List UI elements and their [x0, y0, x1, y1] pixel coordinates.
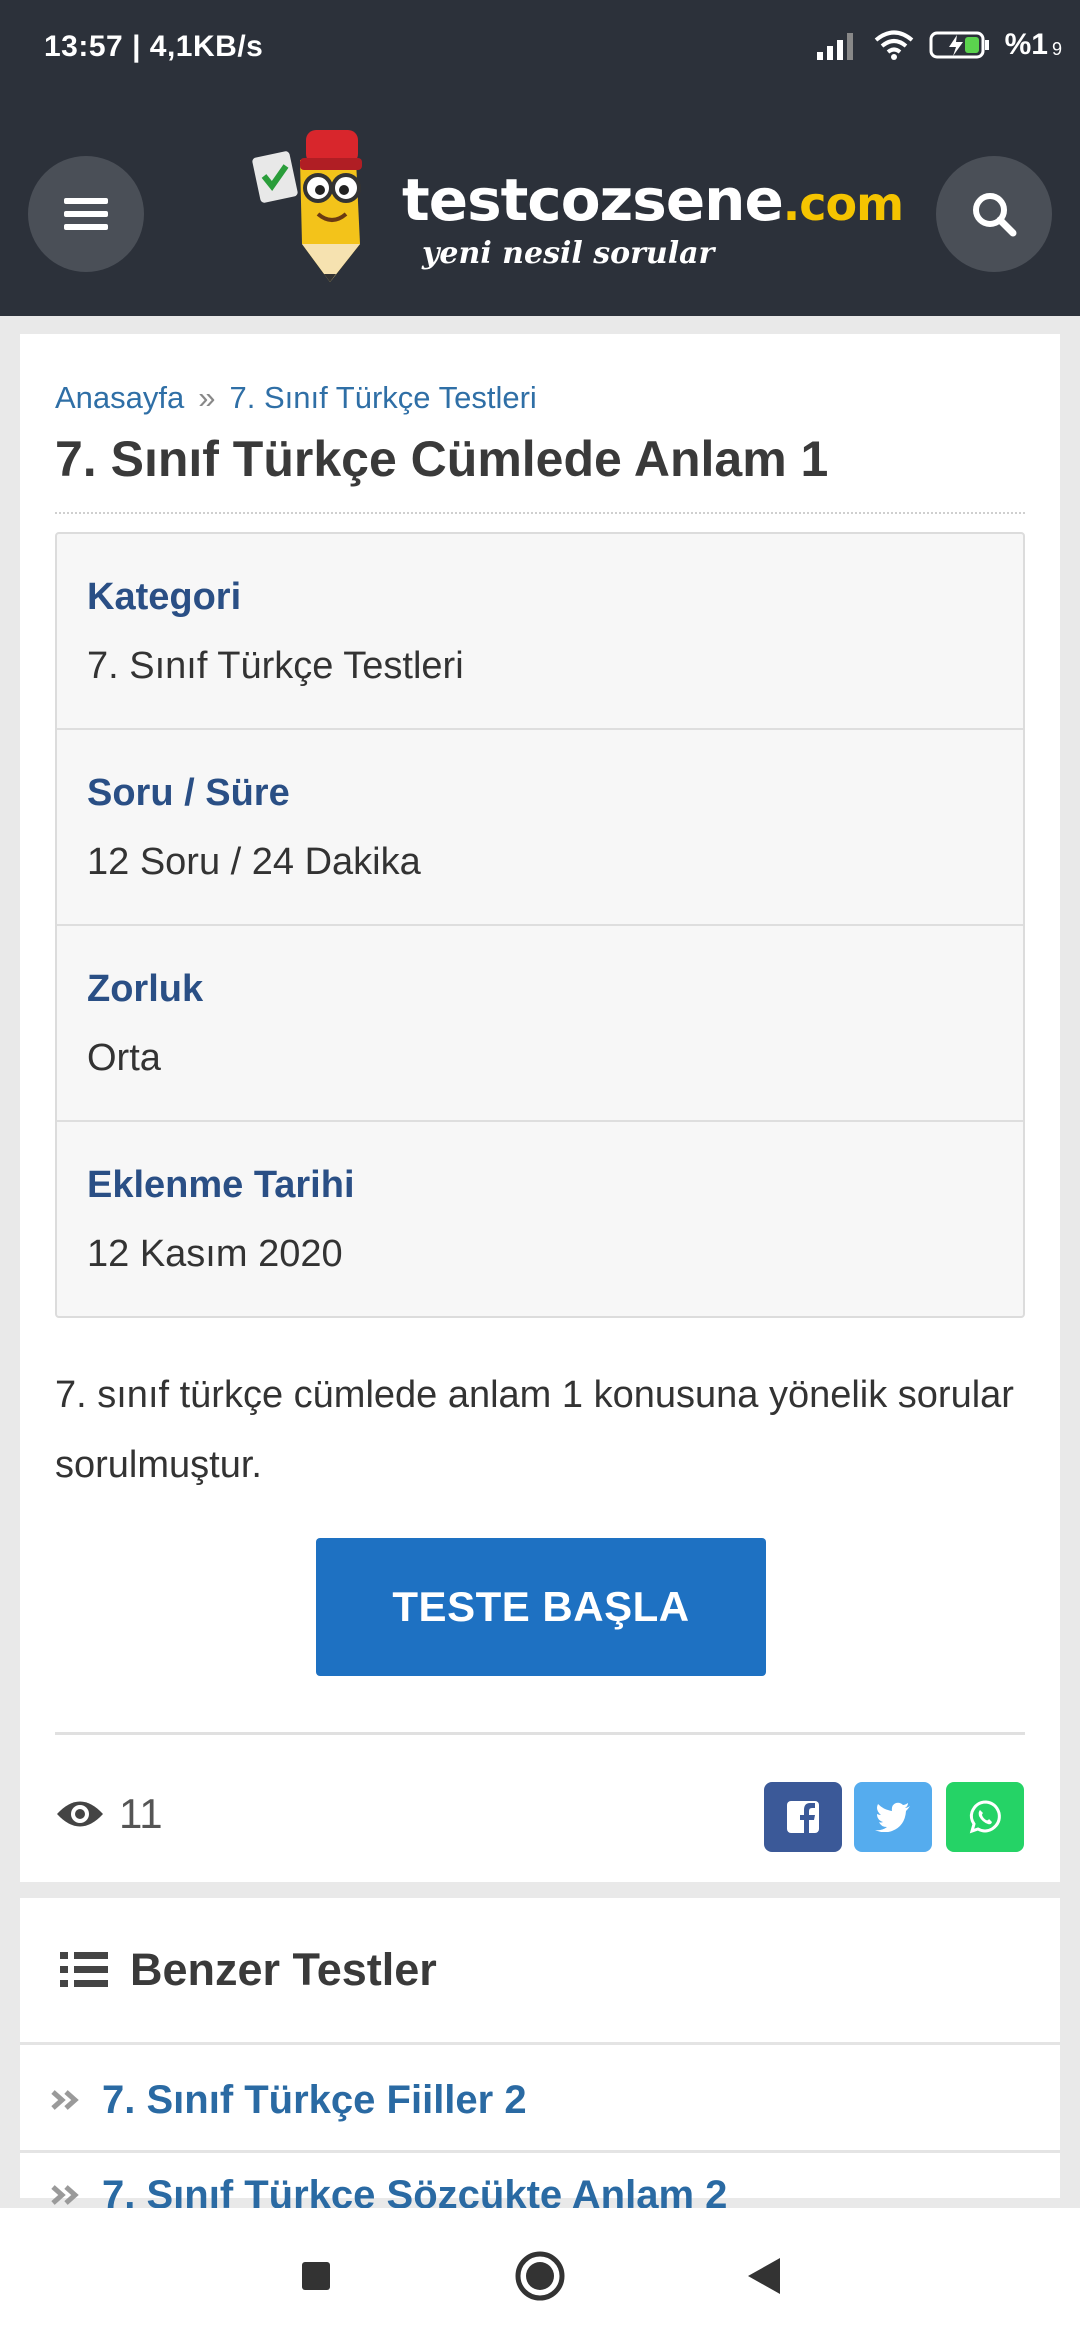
logo-tagline: yeni nesil sorular: [422, 236, 715, 271]
breadcrumb-category-link[interactable]: 7. Sınıf Türkçe Testleri: [230, 380, 537, 415]
facebook-icon: [787, 1801, 819, 1833]
view-count: 11: [55, 1784, 163, 1844]
similar-test-label: 7. Sınıf Türkçe Fiiller 2: [102, 2077, 527, 2122]
page-title: 7. Sınıf Türkçe Cümlede Anlam 1: [55, 431, 829, 487]
info-label: Zorluk: [87, 968, 204, 1010]
battery-percent: %1: [1004, 28, 1048, 61]
status-bar: 13:57 | 4,1KB/s %1 9: [0, 0, 1080, 84]
site-logo[interactable]: testcozsene.com yeni nesil sorular: [250, 124, 904, 284]
battery-small-text: 9: [1051, 38, 1062, 59]
list-divider: [20, 2042, 1060, 2045]
info-label: Eklenme Tarihi: [87, 1164, 355, 1206]
pencil-mascot-icon: [252, 130, 362, 282]
view-count-value: 11: [119, 1790, 163, 1837]
recents-button[interactable]: [288, 2248, 344, 2304]
share-twitter-button[interactable]: [854, 1782, 932, 1852]
similar-test-link[interactable]: 7. Sınıf Türkçe Fiiller 2: [50, 2050, 527, 2150]
home-button[interactable]: [512, 2248, 568, 2304]
info-row-date-added: Eklenme Tarihi 12 Kasım 2020: [57, 1122, 1023, 1316]
similar-tests-header: Benzer Testler: [60, 1938, 437, 2002]
back-triangle-icon: [748, 2258, 780, 2294]
menu-button[interactable]: [28, 156, 144, 272]
title-divider: [55, 512, 1025, 514]
list-icon: [60, 1952, 108, 1987]
info-label: Kategori: [87, 576, 242, 618]
twitter-icon: [875, 1802, 910, 1832]
site-header: testcozsene.com yeni nesil sorular: [0, 84, 1080, 316]
status-time: 13:57 | 4,1KB/s: [44, 30, 264, 63]
info-label: Soru / Süre: [87, 772, 290, 814]
similar-tests-card: Benzer Testler 7. Sınıf Türkçe Fiiller 2…: [20, 1898, 1060, 2217]
hamburger-icon: [64, 198, 108, 230]
square-icon: [302, 2262, 330, 2290]
search-icon: [973, 193, 1017, 237]
home-circle-icon: [515, 2251, 565, 2301]
system-navigation-bar: [0, 2208, 1080, 2340]
breadcrumb-home-link[interactable]: Anasayfa: [55, 380, 184, 415]
info-value: 12 Soru / 24 Dakika: [87, 841, 421, 883]
info-row-questions-duration: Soru / Süre 12 Soru / 24 Dakika: [57, 730, 1023, 926]
test-detail-card: Anasayfa » 7. Sınıf Türkçe Testleri 7. Sın…: [20, 334, 1060, 1882]
status-icons: %1 9: [815, 28, 1062, 62]
eye-icon: [57, 1801, 103, 1827]
back-button[interactable]: [736, 2248, 792, 2304]
info-row-category: Kategori 7. Sınıf Türkçe Testleri: [57, 534, 1023, 730]
logo-wordmark: testcozsene.com: [402, 166, 904, 234]
share-whatsapp-button[interactable]: [946, 1782, 1024, 1852]
test-info-table: Kategori 7. Sınıf Türkçe Testleri Soru /…: [55, 532, 1025, 1318]
whatsapp-icon: [969, 1800, 1001, 1834]
search-button[interactable]: [936, 156, 1052, 272]
test-description: 7. sınıf türkçe cümlede anlam 1 konusuna…: [55, 1374, 1014, 1486]
share-facebook-button[interactable]: [764, 1782, 842, 1852]
breadcrumb: Anasayfa » 7. Sınıf Türkçe Testleri: [55, 380, 537, 416]
wifi-icon: [874, 30, 913, 60]
info-value: Orta: [87, 1037, 161, 1079]
section-divider: [55, 1732, 1025, 1735]
info-value: 7. Sınıf Türkçe Testleri: [87, 645, 464, 687]
double-chevron-right-icon: [51, 2185, 79, 2205]
list-divider: [20, 2150, 1060, 2153]
start-test-button[interactable]: TESTE BAŞLA: [316, 1538, 766, 1676]
breadcrumb-separator: »: [198, 380, 216, 415]
battery-icon: [929, 31, 989, 59]
info-row-difficulty: Zorluk Orta: [57, 926, 1023, 1122]
signal-icon: [816, 33, 853, 60]
logo-domain: .com: [782, 177, 904, 231]
similar-tests-title: Benzer Testler: [130, 1944, 437, 1995]
info-value: 12 Kasım 2020: [87, 1233, 343, 1275]
double-chevron-right-icon: [51, 2090, 79, 2110]
